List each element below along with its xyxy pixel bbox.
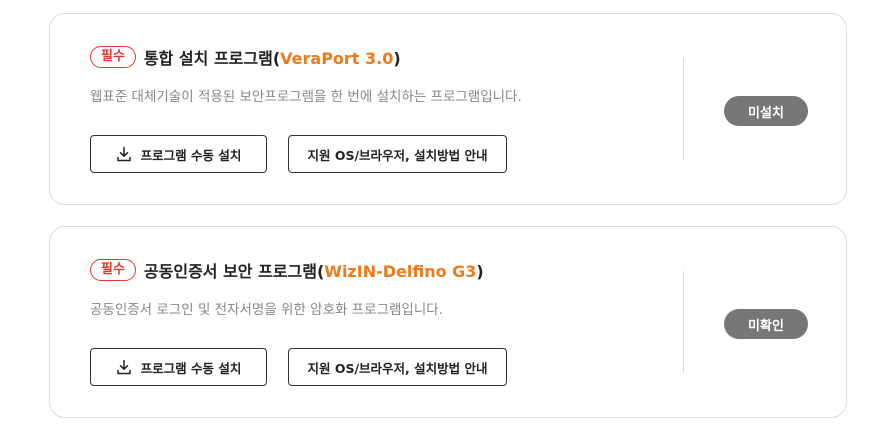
manual-install-label: 프로그램 수동 설치 [140, 147, 242, 163]
program-description: 공동인증서 로그인 및 전자서명을 위한 암호화 프로그램입니다. [90, 302, 443, 318]
install-guide-label: 지원 OS/브라우저, 설치방법 안내 [307, 147, 488, 163]
program-title-highlight: VeraPort 3.0 [280, 49, 394, 68]
program-title-close: ) [393, 49, 401, 68]
program-card-delfino: 필수 공동인증서 보안 프로그램(WizIN-Delfino G3) 공동인증서… [49, 226, 847, 418]
program-title-row: 필수 공동인증서 보안 프로그램(WizIN-Delfino G3) [90, 258, 484, 282]
install-guide-button[interactable]: 지원 OS/브라우저, 설치방법 안내 [288, 348, 507, 386]
required-badge: 필수 [90, 46, 136, 68]
download-icon [116, 359, 132, 375]
program-title: 통합 설치 프로그램(VeraPort 3.0) [144, 45, 401, 69]
required-badge: 필수 [90, 259, 136, 281]
divider [683, 271, 684, 373]
program-title-main: 공동인증서 보안 프로그램( [143, 262, 325, 281]
program-description: 웹표준 대체기술이 적용된 보안프로그램을 한 번에 설치하는 프로그램입니다. [90, 89, 522, 105]
program-title: 공동인증서 보안 프로그램(WizIN-Delfino G3) [144, 258, 484, 282]
program-title-highlight: WizIN-Delfino G3 [324, 262, 477, 281]
manual-install-label: 프로그램 수동 설치 [140, 360, 242, 376]
manual-install-button[interactable]: 프로그램 수동 설치 [90, 348, 267, 386]
program-title-close: ) [476, 262, 484, 281]
install-status-badge: 미설치 [724, 96, 808, 126]
program-card-veraport: 필수 통합 설치 프로그램(VeraPort 3.0) 웹표준 대체기술이 적용… [49, 13, 847, 205]
manual-install-button[interactable]: 프로그램 수동 설치 [90, 135, 267, 173]
install-status-badge: 미확인 [724, 309, 808, 339]
program-title-row: 필수 통합 설치 프로그램(VeraPort 3.0) [90, 45, 401, 69]
install-guide-button[interactable]: 지원 OS/브라우저, 설치방법 안내 [288, 135, 507, 173]
install-guide-label: 지원 OS/브라우저, 설치방법 안내 [307, 360, 488, 376]
download-icon [116, 146, 132, 162]
divider [683, 58, 684, 160]
program-title-main: 통합 설치 프로그램( [143, 49, 281, 68]
